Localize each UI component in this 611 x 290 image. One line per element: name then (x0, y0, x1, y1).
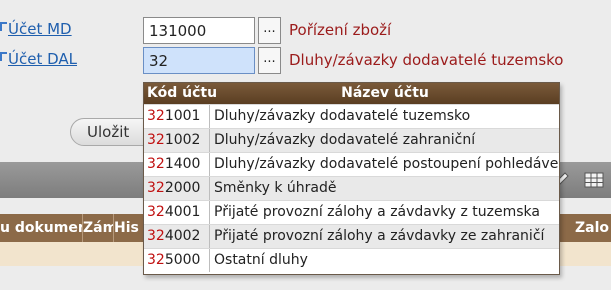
account-code: 324001 (144, 201, 210, 224)
account-dal-label: Účet DAL (8, 50, 78, 68)
account-md-label: Účet MD (8, 20, 72, 38)
account-md-input[interactable] (143, 17, 255, 44)
column-header[interactable]: Zám (83, 214, 114, 242)
account-dal-description: Dluhy/závazky dodavatelé tuzemsko (289, 51, 564, 69)
dropdown-option[interactable]: 324001 Přijaté provozní zálohy a závdavky… (144, 200, 559, 224)
dropdown-header: Kód účtu Název účtu (144, 83, 559, 104)
corner-marker-icon (0, 52, 7, 61)
matched-prefix: 32 (147, 228, 165, 244)
column-header[interactable]: u dokumenm (0, 214, 83, 242)
account-md-link[interactable]: Účet MD (0, 20, 72, 38)
matched-prefix: 32 (147, 180, 165, 196)
account-md-description: Pořízení zboží (289, 21, 392, 39)
code-remainder: 2000 (164, 180, 201, 196)
code-remainder: 4001 (164, 204, 201, 220)
matched-prefix: 32 (147, 108, 165, 124)
code-remainder: 1002 (164, 132, 201, 148)
dropdown-option[interactable]: 321002 Dluhy/závazky dodavatelé zahraničn… (144, 128, 559, 152)
matched-prefix: 32 (147, 132, 165, 148)
matched-prefix: 32 (147, 156, 165, 172)
dropdown-option[interactable]: 322000 Směnky k úhradě (144, 176, 559, 200)
account-dal-link[interactable]: Účet DAL (0, 50, 77, 68)
account-autocomplete-dropdown: Kód účtu Název účtu 321001 Dluhy/závazky … (143, 82, 560, 275)
dropdown-option[interactable]: 325000 Ostatní dluhy (144, 248, 559, 272)
dropdown-option[interactable]: 321400 Dluhy/závazky dodavatelé postoupen… (144, 152, 559, 176)
code-column-header: Kód účtu (147, 85, 218, 101)
account-code: 321002 (144, 129, 210, 152)
account-name: Ostatní dluhy (214, 252, 308, 268)
account-dal-input[interactable] (143, 47, 255, 74)
account-name: Přijaté provozní zálohy a závdavky z tuz… (214, 204, 540, 220)
account-md-row: Účet MD ... Pořízení zboží (0, 17, 611, 44)
column-header[interactable]: His (114, 214, 144, 242)
account-name: Dluhy/závazky dodavatelé zahraniční (214, 132, 476, 148)
code-remainder: 5000 (164, 252, 201, 268)
code-remainder: 1400 (164, 156, 201, 172)
dropdown-option[interactable]: 324002 Přijaté provozní zálohy a závdavky… (144, 224, 559, 248)
account-md-picker-button[interactable]: ... (258, 17, 281, 44)
account-name: Dluhy/závazky dodavatelé postoupení pohl… (214, 156, 559, 172)
column-header[interactable]: Zalo (575, 214, 611, 242)
table-grid-icon[interactable] (584, 171, 604, 189)
account-name: Směnky k úhradě (214, 180, 337, 196)
matched-prefix: 32 (147, 204, 165, 220)
account-code: 321400 (144, 153, 210, 176)
account-name: Dluhy/závazky dodavatelé tuzemsko (214, 108, 471, 124)
account-dal-picker-button[interactable]: ... (258, 47, 281, 74)
corner-marker-icon (0, 22, 7, 31)
dropdown-option[interactable]: 321001 Dluhy/závazky dodavatelé tuzemsko (144, 104, 559, 128)
dropdown-rows: 321001 Dluhy/závazky dodavatelé tuzemsko 3… (144, 104, 559, 272)
account-name: Přijaté provozní zálohy a závdavky ze za… (214, 228, 545, 244)
code-remainder: 4002 (164, 228, 201, 244)
code-remainder: 1001 (164, 108, 201, 124)
account-code: 321001 (144, 105, 210, 128)
account-code: 325000 (144, 249, 210, 272)
account-code: 322000 (144, 177, 210, 200)
account-dal-row: Účet DAL ... Dluhy/závazky dodavatelé tu… (0, 47, 611, 74)
name-column-header: Název účtu (341, 85, 429, 101)
account-code: 324002 (144, 225, 210, 248)
matched-prefix: 32 (147, 252, 165, 268)
